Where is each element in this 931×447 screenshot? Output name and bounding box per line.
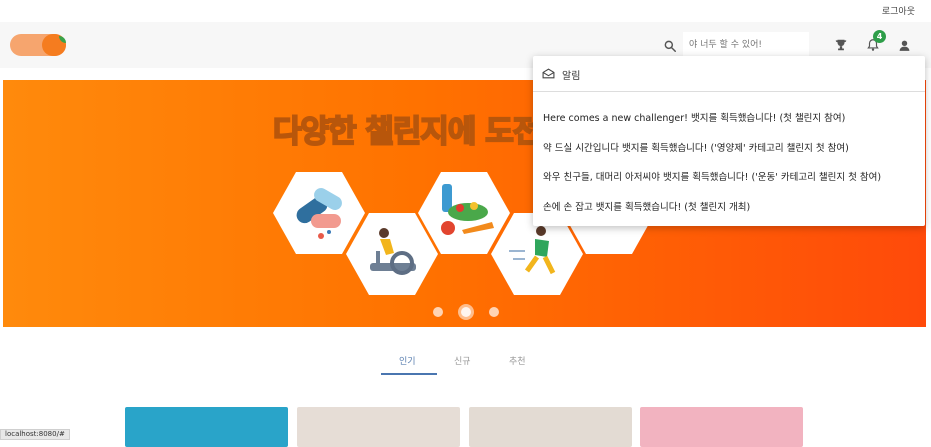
search-icon[interactable] [663, 39, 677, 53]
notification-header-label: 알림 [562, 71, 581, 82]
trophy-button[interactable] [830, 34, 852, 56]
carousel-dot-1[interactable] [433, 307, 443, 317]
search-input[interactable] [683, 32, 809, 58]
tab-new[interactable]: 신규 [454, 354, 471, 367]
notification-item[interactable]: 와우 친구들, 대머리 아저씨야 뱃지를 획득했습니다! ('운동' 카테고리 … [543, 169, 881, 183]
active-tab-indicator [381, 373, 437, 375]
notification-dropdown-header: 알림 [533, 56, 925, 92]
notification-item[interactable]: 약 드실 시간입니다 뱃지를 획득했습니다! ('영양제' 카테고리 챌린지 첫… [543, 140, 849, 154]
notification-dropdown: 알림 Here comes a new challenger! 뱃지를 획득했습… [533, 56, 925, 226]
banner-title: 다양한 챌린지에 도전 [272, 113, 542, 151]
cycling-illustration [346, 213, 438, 295]
person-icon [899, 40, 909, 51]
app-logo[interactable] [10, 34, 66, 56]
challenge-tabs: 인기 신규 추천 [381, 348, 551, 376]
challenge-card[interactable] [297, 407, 460, 447]
challenge-card[interactable] [640, 407, 803, 447]
trophy-icon [835, 39, 847, 51]
carousel-dot-2-ring [458, 304, 474, 320]
logout-link[interactable]: 로그아웃 [882, 4, 915, 17]
browser-status-url: localhost:8080/# [0, 429, 70, 440]
notification-item[interactable]: Here comes a new challenger! 뱃지를 획득했습니다!… [543, 110, 845, 124]
envelope-open-icon [542, 68, 555, 79]
carousel-dot-3[interactable] [489, 307, 499, 317]
notification-button[interactable]: 4 [862, 30, 886, 56]
carousel-indicators [433, 304, 503, 320]
notification-count-badge: 4 [873, 30, 886, 43]
challenge-card[interactable] [125, 407, 288, 447]
tab-popular[interactable]: 인기 [399, 354, 416, 367]
pills-illustration [273, 172, 365, 254]
challenge-card[interactable] [469, 407, 632, 447]
profile-button[interactable] [893, 34, 915, 56]
food-illustration [418, 172, 510, 254]
tab-recommended[interactable]: 추천 [509, 354, 526, 367]
notification-item[interactable]: 손에 손 잡고 뱃지를 획득했습니다! (첫 챌린지 개최) [543, 199, 750, 213]
